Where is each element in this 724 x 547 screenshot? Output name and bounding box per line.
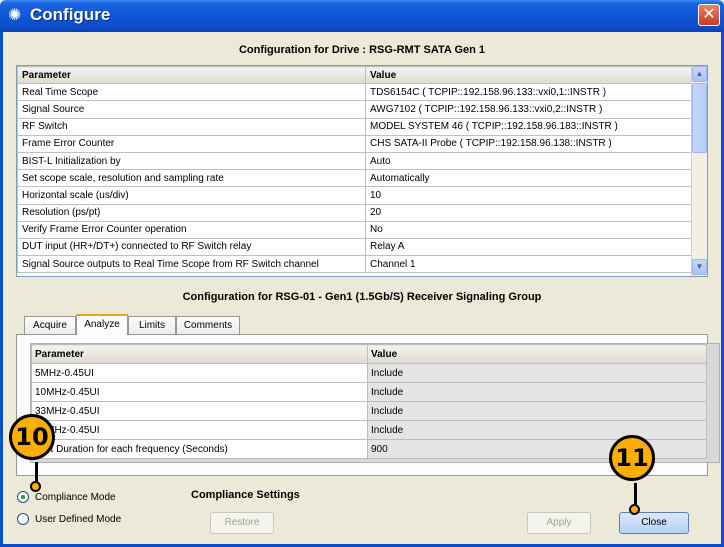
table-row[interactable]: 62MHz-0.45UI Include <box>31 420 707 440</box>
table-row[interactable]: RF Switch MODEL SYSTEM 46 ( TCPIP::192.15… <box>17 117 693 136</box>
restore-button[interactable]: Restore <box>210 512 274 534</box>
title-bar: ✺ Configure ✕ <box>0 0 724 32</box>
value-cell[interactable]: No <box>365 220 693 239</box>
compliance-mode-radio[interactable]: Compliance Mode <box>17 491 116 503</box>
callout-11-pointer <box>634 483 637 505</box>
value-cell[interactable]: Relay A <box>365 237 693 257</box>
value-cell[interactable]: 10 <box>365 186 693 205</box>
parameter-cell: DUT input (HR+/DT+) connected to RF Swit… <box>17 237 366 257</box>
value-cell[interactable]: Auto <box>365 151 693 171</box>
value-cell[interactable]: Include <box>367 401 707 421</box>
table-row[interactable]: Verify Frame Error Counter operation No <box>17 220 693 239</box>
parameter-cell: Signal Source <box>17 100 366 119</box>
parameter-column-header: Parameter <box>31 344 368 364</box>
parameter-cell: Horizontal scale (us/div) <box>17 186 366 205</box>
parameter-cell: 62MHz-0.45UI <box>31 420 368 440</box>
parameter-cell: 33MHz-0.45UI <box>31 401 368 421</box>
value-cell[interactable]: CHS SATA-II Probe ( TCPIP::192.158.96.13… <box>365 134 693 153</box>
value-column-header: Value <box>367 344 707 364</box>
value-cell[interactable]: Automatically <box>365 169 693 188</box>
close-button[interactable]: Close <box>619 512 689 534</box>
table-row[interactable]: BIST-L Initialization by Auto <box>17 151 693 171</box>
value-cell[interactable]: MODEL SYSTEM 46 ( TCPIP::192.158.96.183:… <box>365 117 693 136</box>
table-header-row: Parameter Value <box>31 344 707 364</box>
analyze-parameter-grid: Parameter Value 5MHz-0.45UI Include 10MHz-… <box>31 344 707 459</box>
parameter-cell: 5MHz-0.45UI <box>31 363 368 383</box>
value-cell[interactable]: Include <box>367 420 707 440</box>
window-title: Configure <box>30 5 111 24</box>
parameter-cell: Verify Frame Error Counter operation <box>17 220 366 239</box>
parameter-cell: Real Time Scope <box>17 83 366 102</box>
drive-parameter-grid: Parameter Value Real Time Scope TDS6154C … <box>17 66 693 274</box>
tab-limits[interactable]: Limits <box>128 316 176 335</box>
scroll-up-icon[interactable]: ▲ <box>692 66 707 82</box>
table-row[interactable]: 5MHz-0.45UI Include <box>31 363 707 383</box>
value-cell[interactable]: TDS6154C ( TCPIP::192.158.96.133::vxi0,1… <box>365 83 693 102</box>
value-cell[interactable]: 20 <box>365 203 693 222</box>
table-row[interactable]: Test Duration for each frequency (Second… <box>31 439 707 459</box>
scroll-thumb[interactable] <box>692 83 707 153</box>
user-defined-mode-label: User Defined Mode <box>35 513 122 525</box>
value-column-header: Value <box>365 66 693 85</box>
parameter-cell: Frame Error Counter <box>17 134 366 153</box>
parameter-cell: BIST-L Initialization by <box>17 151 366 171</box>
tab-comments[interactable]: Comments <box>176 316 240 335</box>
parameter-cell: Test Duration for each frequency (Second… <box>31 439 368 459</box>
value-cell[interactable]: 900 <box>367 439 707 459</box>
parameter-cell: 10MHz-0.45UI <box>31 382 368 402</box>
parameter-column-header: Parameter <box>17 66 366 85</box>
callout-10-pointer <box>35 462 38 482</box>
value-cell[interactable]: Include <box>367 382 707 402</box>
table-row[interactable]: Signal Source outputs to Real Time Scope… <box>17 255 693 274</box>
apply-button[interactable]: Apply <box>527 512 591 534</box>
vertical-scrollbar[interactable]: ▲ ▼ <box>691 66 707 276</box>
tab-acquire[interactable]: Acquire <box>24 316 76 335</box>
compliance-settings-label: Compliance Settings <box>191 489 300 501</box>
table-row[interactable]: 10MHz-0.45UI Include <box>31 382 707 402</box>
value-cell[interactable]: Channel 1 <box>365 255 693 274</box>
analyze-tab-panel: Parameter Value 5MHz-0.45UI Include 10MHz-… <box>16 334 720 476</box>
table-row[interactable]: Set scope scale, resolution and sampling… <box>17 169 693 188</box>
drive-parameter-table[interactable]: Parameter Value Real Time Scope TDS6154C … <box>16 65 708 277</box>
parameter-cell: Resolution (ps/pt) <box>17 203 366 222</box>
parameter-cell: RF Switch <box>17 117 366 136</box>
group-config-title: Configuration for RSG-01 - Gen1 (1.5Gb/S… <box>182 291 542 303</box>
value-cell[interactable]: AWG7102 ( TCPIP::192.158.96.133::vxi0,2:… <box>365 100 693 119</box>
table-header-row: Parameter Value <box>17 66 693 85</box>
table-row[interactable]: Horizontal scale (us/div) 10 <box>17 186 693 205</box>
value-cell[interactable]: Include <box>367 363 707 383</box>
parameter-cell: Set scope scale, resolution and sampling… <box>17 169 366 188</box>
table-row[interactable]: DUT input (HR+/DT+) connected to RF Swit… <box>17 237 693 257</box>
callout-step-10: 10 <box>9 414 55 460</box>
table-row[interactable]: Real Time Scope TDS6154C ( TCPIP::192.158… <box>17 83 693 102</box>
radio-unchecked-icon[interactable] <box>17 513 29 525</box>
app-icon: ✺ <box>8 7 22 24</box>
compliance-mode-label: Compliance Mode <box>35 491 116 503</box>
table-row[interactable]: Frame Error Counter CHS SATA-II Probe ( T… <box>17 134 693 153</box>
user-defined-mode-radio[interactable]: User Defined Mode <box>17 513 121 525</box>
scroll-down-icon[interactable]: ▼ <box>692 259 707 275</box>
parameter-cell: Signal Source outputs to Real Time Scope… <box>17 255 366 274</box>
tab-analyze[interactable]: Analyze <box>76 314 128 335</box>
table-row[interactable]: Resolution (ps/pt) 20 <box>17 203 693 222</box>
drive-config-title: Configuration for Drive : RSG-RMT SATA G… <box>238 44 486 56</box>
table-row[interactable]: Signal Source AWG7102 ( TCPIP::192.158.96… <box>17 100 693 119</box>
callout-11-dot <box>629 504 640 515</box>
radio-checked-icon[interactable] <box>17 491 29 503</box>
window-close-button[interactable]: ✕ <box>698 4 720 26</box>
table-row[interactable]: 33MHz-0.45UI Include <box>31 401 707 421</box>
callout-10-dot <box>30 481 41 492</box>
callout-step-11: 11 <box>609 435 655 481</box>
